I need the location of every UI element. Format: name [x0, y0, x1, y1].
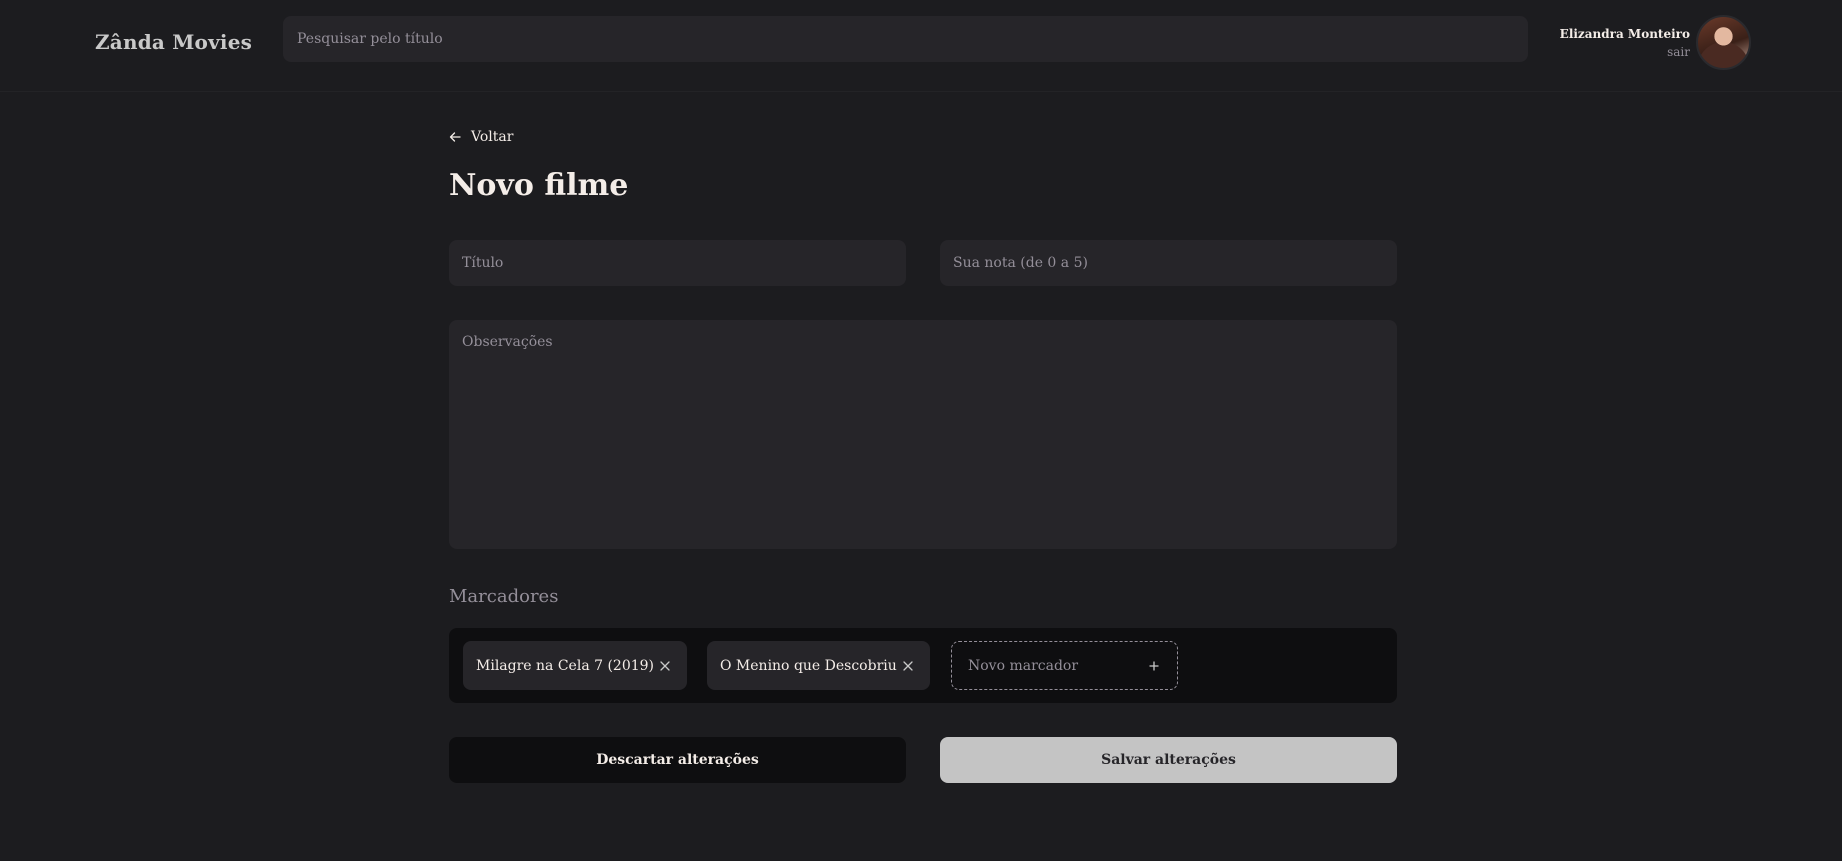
back-label: Voltar [471, 129, 514, 145]
title-input[interactable] [449, 240, 906, 286]
avatar[interactable] [1696, 15, 1751, 70]
notes-textarea[interactable] [449, 320, 1397, 549]
arrow-left-icon [449, 132, 461, 142]
plus-icon[interactable] [1145, 657, 1163, 675]
back-link[interactable]: Voltar [449, 129, 513, 145]
close-icon[interactable] [656, 657, 674, 675]
profile-name: Elizandra Monteiro [1559, 27, 1690, 41]
page-title: Novo filme [449, 168, 629, 203]
tags-container: Milagre na Cela 7 (2019) O Menino que De… [449, 628, 1397, 703]
tag-item: Milagre na Cela 7 (2019) [463, 641, 687, 690]
logout-link[interactable]: sair [1667, 45, 1690, 59]
save-button[interactable]: Salvar alterações [940, 737, 1397, 783]
discard-button[interactable]: Descartar alterações [449, 737, 906, 783]
tag-item: O Menino que Descobriu o Vento [707, 641, 930, 690]
app-header: Zânda Movies Elizandra Monteiro sair [0, 0, 1842, 92]
brand-logo[interactable]: Zânda Movies [95, 30, 252, 54]
search-input[interactable] [283, 16, 1528, 62]
tag-label: O Menino que Descobriu o Vento [720, 657, 899, 674]
tag-label: Milagre na Cela 7 (2019) [476, 657, 655, 674]
new-tag-input[interactable] [966, 656, 1145, 675]
tags-section-title: Marcadores [449, 586, 559, 607]
new-tag-field [951, 641, 1178, 690]
close-icon[interactable] [899, 657, 917, 675]
rating-input[interactable] [940, 240, 1397, 286]
